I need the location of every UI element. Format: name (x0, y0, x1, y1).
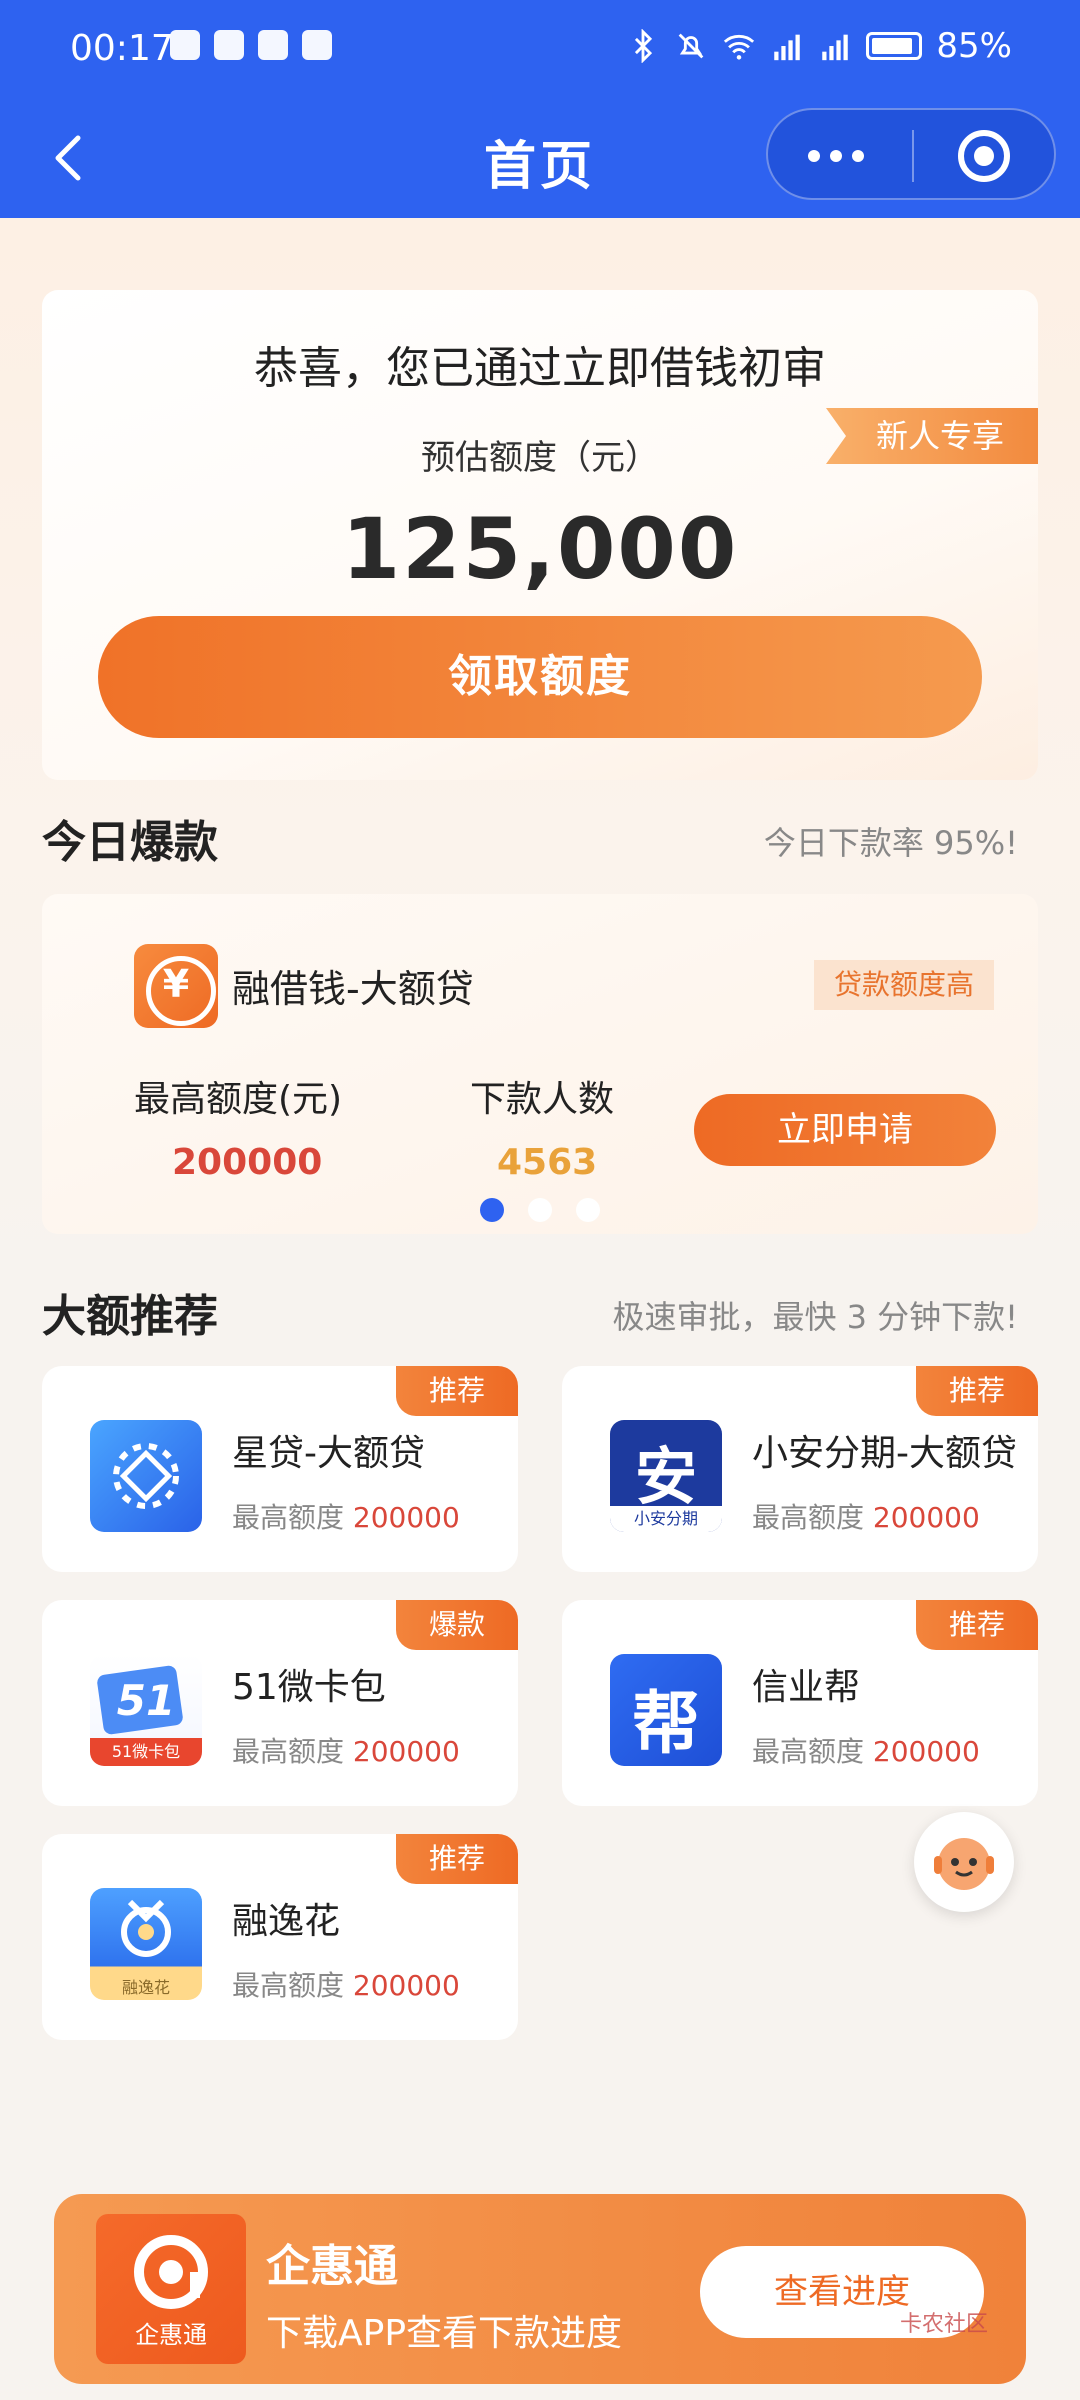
product-card-51weikabao[interactable]: 爆款 51 51微卡包 51微卡包 最高额度 200000 (42, 1600, 518, 1806)
product-card-xiaoan[interactable]: 推荐 安 小安分期 小安分期-大额贷 最高额度 200000 (562, 1366, 1038, 1572)
mute-icon (679, 33, 704, 59)
today-hot-title: 今日爆款 (42, 817, 218, 868)
message-icon (302, 30, 332, 60)
signal-icon-2 (822, 34, 849, 61)
recommend-tag: 推荐 (396, 1366, 518, 1416)
product-name: 信业帮 (752, 1667, 861, 1708)
today-hot-note: 今日下款率 95%! (763, 824, 1018, 862)
recommend-tag: 推荐 (916, 1366, 1038, 1416)
nav-bar: 首页 (0, 100, 1080, 218)
product-limit: 最高额度 200000 (232, 1969, 460, 2002)
product-limit: 最高额度 200000 (752, 1735, 980, 1768)
apply-now-button[interactable]: 立即申请 (694, 1094, 996, 1166)
rongjieqian-logo-icon: ¥ (134, 944, 218, 1028)
bluetooth-icon (635, 29, 653, 63)
signal-icon (774, 34, 801, 61)
watermark: 卡农社区 (900, 2312, 989, 2337)
system-icons: 85% (626, 26, 1012, 66)
product-tag: 贷款额度高 (813, 960, 994, 1010)
claim-credit-button[interactable]: 领取额度 (98, 616, 982, 738)
qihuitong-logo-icon: 企惠通 (96, 2214, 246, 2364)
hot-tag: 爆款 (396, 1600, 518, 1650)
recommend-tag: 推荐 (396, 1834, 518, 1884)
wifi-icon (724, 34, 755, 60)
customer-service-button[interactable] (914, 1812, 1014, 1912)
product-name: 51微卡包 (232, 1667, 386, 1708)
product-name: 融逸花 (232, 1901, 341, 1942)
recommend-tag: 推荐 (916, 1600, 1038, 1650)
product-card-xingdai[interactable]: 推荐 星贷-大额贷 最高额度 200000 (42, 1366, 518, 1572)
today-hot-card[interactable]: ¥ 融借钱-大额贷 贷款额度高 最高额度(元) 下款人数 200000 4563… (42, 894, 1038, 1234)
large-recommend-note: 极速审批，最快 3 分钟下款! (612, 1298, 1018, 1336)
max-amount-label: 最高额度(元) (134, 1079, 343, 1120)
banner-title: 企惠通 (266, 2241, 398, 2292)
close-mini-program-icon[interactable] (958, 130, 1010, 182)
wechat-icon (258, 30, 288, 60)
carousel-dots (42, 1198, 1038, 1222)
top-bar: 00:17 85% 首页 (0, 0, 1080, 218)
xingdai-logo-icon (90, 1420, 202, 1532)
app-notification-icon (214, 30, 244, 60)
large-recommend-title: 大额推荐 (42, 1291, 218, 1342)
xiaoan-logo-icon: 安 小安分期 (610, 1420, 722, 1532)
max-amount-value: 200000 (172, 1142, 323, 1183)
51weikabao-logo-icon: 51 51微卡包 (90, 1654, 202, 1766)
robot-avatar-icon (934, 1838, 994, 1890)
product-limit: 最高额度 200000 (232, 1735, 460, 1768)
battery-icon (866, 32, 923, 60)
nfc-icon (170, 30, 200, 60)
notification-icons (170, 30, 332, 60)
product-name: 融借钱-大额贷 (232, 967, 474, 1011)
credit-hero-card: 恭喜，您已通过立即借钱初审 预估额度（元） 新人专享 125,000 领取额度 (42, 290, 1038, 780)
product-name: 星贷-大额贷 (232, 1433, 425, 1474)
product-limit: 最高额度 200000 (752, 1501, 980, 1534)
status-bar: 00:17 85% (0, 0, 1080, 100)
download-banner[interactable]: 企惠通 企惠通 下载APP查看下款进度 查看进度 (54, 2194, 1026, 2384)
estimated-amount: 125,000 (341, 500, 739, 598)
xinyebang-logo-icon: 帮 (610, 1654, 722, 1766)
carousel-dot[interactable] (480, 1198, 504, 1222)
rongyihua-logo-icon: 融逸花 (90, 1888, 202, 2000)
carousel-dot[interactable] (576, 1198, 600, 1222)
product-name: 小安分期-大额贷 (752, 1433, 1017, 1474)
loan-count-label: 下款人数 (470, 1079, 615, 1120)
banner-subtitle: 下载APP查看下款进度 (266, 2313, 623, 2354)
battery-percent: 85% (936, 26, 1012, 66)
product-card-xinyebang[interactable]: 推荐 帮 信业帮 最高额度 200000 (562, 1600, 1038, 1806)
loan-count-value: 4563 (497, 1142, 598, 1183)
hero-title: 恭喜，您已通过立即借钱初审 (254, 343, 826, 394)
product-card-rongyihua[interactable]: 推荐 融逸花 融逸花 最高额度 200000 (42, 1834, 518, 2040)
carousel-dot[interactable] (528, 1198, 552, 1222)
more-icon[interactable] (808, 150, 864, 162)
status-time: 00:17 (70, 28, 174, 69)
product-limit: 最高额度 200000 (232, 1501, 460, 1534)
new-user-badge: 新人专享 (826, 408, 1038, 464)
capsule-divider (912, 130, 914, 182)
mini-program-capsule (766, 108, 1056, 200)
